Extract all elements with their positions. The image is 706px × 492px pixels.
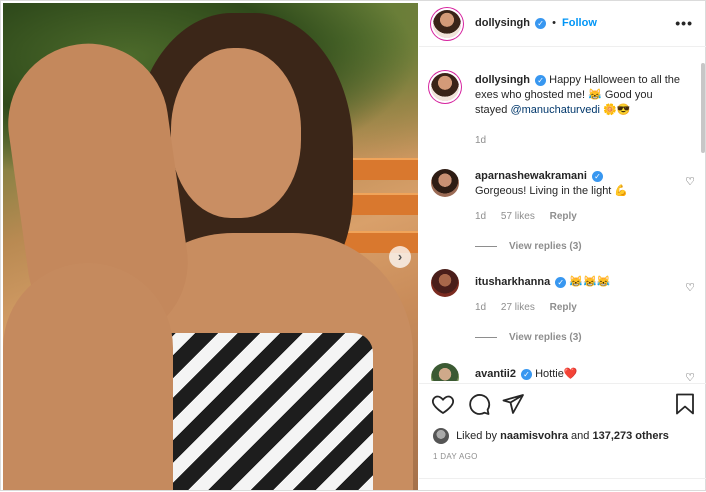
photo-knee [3, 263, 173, 490]
liked-by-prefix: Liked by [456, 429, 498, 442]
verified-badge-icon: ✓ [591, 170, 603, 182]
comment-body: Gorgeous! Living in the light 💪 [475, 185, 629, 197]
verified-badge-icon: ✓ [535, 74, 547, 86]
photo-face [171, 48, 301, 218]
paper-plane-icon[interactable] [501, 392, 525, 416]
liker-avatar[interactable] [433, 428, 449, 444]
like-comment-heart-icon[interactable]: ♡ [685, 281, 695, 294]
post-time[interactable]: 1 DAY AGO [433, 452, 478, 461]
view-replies-line [475, 245, 497, 247]
comment-time[interactable]: 1d [475, 302, 486, 313]
comment-text: avantii2 ✓ Hottie❤️ [475, 367, 681, 381]
commenter-avatar[interactable] [431, 269, 459, 297]
caption-emoji: 🌼😎 [599, 104, 631, 116]
comment-username[interactable]: aparnashewakramani [475, 170, 587, 182]
post-header: dollysingh ✓ • Follow ••• [419, 1, 706, 47]
liked-by-user[interactable]: naamisvohra [500, 430, 568, 442]
caption-avatar[interactable] [431, 73, 459, 101]
comment-likes[interactable]: 57 likes [501, 211, 535, 222]
author-username[interactable]: dollysingh [475, 17, 530, 29]
header-user-line: dollysingh ✓ • Follow [475, 17, 597, 29]
more-options-icon[interactable]: ••• [675, 15, 693, 31]
comment-username[interactable]: itusharkhanna [475, 276, 550, 288]
author-avatar[interactable] [433, 10, 461, 38]
post-actions: Liked by naamisvohra and 137,273 others … [419, 383, 706, 491]
commenter-avatar[interactable] [431, 169, 459, 197]
verified-badge-icon: ✓ [555, 276, 567, 288]
verified-badge-icon: ✓ [535, 17, 547, 29]
liked-by-line: Liked by naamisvohra and 137,273 others [433, 428, 669, 444]
comment-icon[interactable] [467, 392, 491, 416]
caption: dollysingh ✓ Happy Halloween to all the … [431, 73, 695, 151]
bookmark-icon[interactable] [673, 392, 697, 416]
like-comment-heart-icon[interactable]: ♡ [685, 175, 695, 188]
post-window: › dollysingh ✓ • Follow ••• dollysingh ✓… [0, 0, 706, 491]
view-replies-line [475, 336, 497, 338]
reply-button[interactable]: Reply [550, 211, 577, 222]
reply-button[interactable]: Reply [550, 302, 577, 313]
comment-item: aparnashewakramani ✓ Gorgeous! Living in… [431, 169, 695, 259]
post-photo[interactable]: › [3, 3, 418, 490]
caption-mention[interactable]: @manuchaturvedi [510, 104, 599, 116]
liked-by-count[interactable]: 137,273 others [592, 430, 668, 442]
comment-item: avantii2 ✓ Hottie❤️ ♡ [431, 363, 695, 381]
comment-username[interactable]: avantii2 [475, 368, 516, 380]
follow-button[interactable]: Follow [562, 17, 597, 29]
caption-meta: 1d [475, 135, 498, 146]
add-comment-area[interactable] [419, 478, 706, 492]
comment-body: Hottie❤️ [535, 368, 578, 380]
caption-text: dollysingh ✓ Happy Halloween to all the … [475, 73, 681, 118]
next-photo-button[interactable]: › [389, 246, 411, 268]
comments-list[interactable]: dollysingh ✓ Happy Halloween to all the … [419, 61, 706, 381]
caption-username[interactable]: dollysingh [475, 74, 530, 86]
commenter-avatar[interactable] [431, 363, 459, 381]
comment-likes[interactable]: 27 likes [501, 302, 535, 313]
separator-dot: • [552, 17, 556, 29]
comment-text: itusharkhanna ✓ 😹😹😹 [475, 275, 681, 290]
view-replies-button[interactable]: View replies (3) [475, 332, 582, 343]
heart-icon[interactable] [431, 392, 455, 416]
post-side-panel: dollysingh ✓ • Follow ••• dollysingh ✓ H… [419, 1, 706, 492]
view-replies-button[interactable]: View replies (3) [475, 241, 582, 252]
like-comment-heart-icon[interactable]: ♡ [685, 371, 695, 381]
comment-item: itusharkhanna ✓ 😹😹😹 ♡ 1d 27 likes Reply … [431, 269, 695, 359]
comment-body: 😹😹😹 [569, 276, 611, 288]
comment-time[interactable]: 1d [475, 211, 486, 222]
view-replies-label: View replies (3) [509, 241, 582, 252]
view-replies-label: View replies (3) [509, 332, 582, 343]
caption-time[interactable]: 1d [475, 135, 486, 146]
comments-scrollbar[interactable] [701, 63, 705, 153]
verified-badge-icon: ✓ [521, 368, 533, 380]
comment-meta: 1d 57 likes Reply [475, 211, 589, 222]
comment-text: aparnashewakramani ✓ Gorgeous! Living in… [475, 169, 681, 199]
liked-by-and: and [571, 429, 590, 442]
comment-meta: 1d 27 likes Reply [475, 302, 589, 313]
photo-swimsuit [153, 333, 373, 490]
